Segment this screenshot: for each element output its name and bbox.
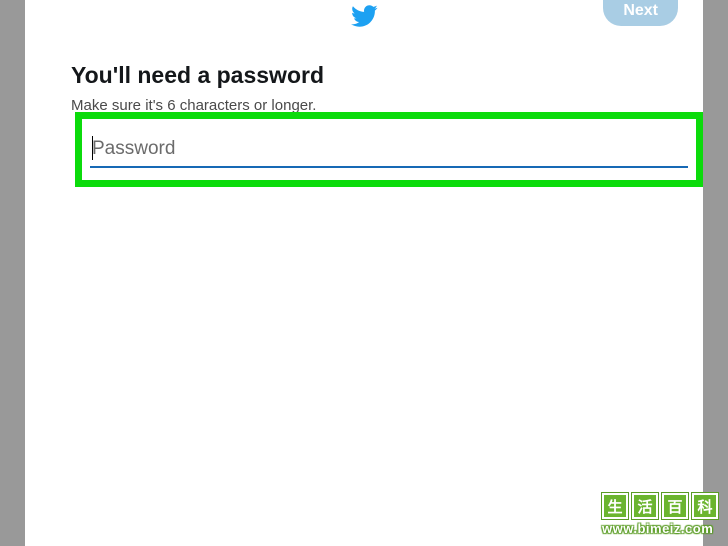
- watermark-char-4: 科: [692, 493, 718, 519]
- password-input[interactable]: [90, 132, 688, 168]
- password-highlight: [75, 112, 703, 187]
- watermark-char-3: 百: [662, 493, 688, 519]
- next-button[interactable]: Next: [603, 0, 678, 26]
- watermark: 生 活 百 科 www.bimeiz.com: [602, 493, 718, 536]
- watermark-char-2: 活: [632, 493, 658, 519]
- password-input-wrapper: [90, 132, 688, 168]
- twitter-bird-icon: [350, 2, 378, 30]
- watermark-url: www.bimeiz.com: [602, 521, 718, 536]
- text-cursor: [92, 136, 93, 160]
- watermark-chars: 生 活 百 科: [602, 493, 718, 519]
- modal-content: You'll need a password Make sure it's 6 …: [25, 24, 703, 114]
- modal-header: Next: [25, 0, 703, 24]
- watermark-char-1: 生: [602, 493, 628, 519]
- signup-modal: Next You'll need a password Make sure it…: [25, 0, 703, 546]
- page-title: You'll need a password: [71, 62, 657, 89]
